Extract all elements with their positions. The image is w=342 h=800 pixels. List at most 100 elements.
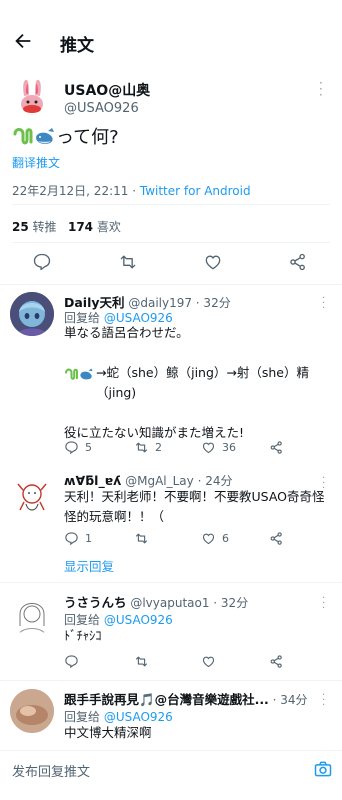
like-count: 36 [222, 441, 236, 454]
tweet-stats: 25 转推 174 喜欢 [12, 218, 121, 235]
reply-meta: @lvyaputao1 · 32分 [126, 596, 249, 610]
top-bar: 推文 [0, 0, 342, 74]
reply-text: 単なる語呂合わせだ。 →蛇（she）鲸（jing）→射（she）精（jing) … [64, 323, 332, 443]
reply-input[interactable]: 发布回复推文 [12, 761, 90, 780]
snake-whale-emoji-icon [65, 368, 93, 380]
reply-tweet[interactable]: ʍ∀ƃl_ɐʎ @MgAl_Lay · 24分 · · · 天利！天利老师！不要啊！… [0, 470, 342, 580]
reply-action-bar: 1 6 [64, 531, 324, 547]
more-icon[interactable]: · · · [319, 77, 323, 101]
divider [0, 582, 342, 583]
like-count[interactable]: 174 [68, 220, 93, 234]
share-button[interactable] [269, 654, 284, 669]
reply-button[interactable]: 1 [64, 531, 92, 546]
reply-text-line: 単なる語呂合わせだ。 [64, 325, 189, 340]
retweet-button[interactable] [134, 531, 155, 546]
like-count: 6 [222, 532, 229, 545]
reply-author-name[interactable]: ʍ∀ƃl_ɐʎ [64, 473, 121, 488]
avatar[interactable] [10, 592, 54, 636]
reply-author-name[interactable]: 跟手手說再見🎵@台灣音樂遊戲社... [64, 692, 269, 707]
share-button[interactable] [269, 440, 284, 455]
retweet-label[interactable]: 转推 [29, 220, 57, 234]
reply-text-line: →蛇（she）鲸（jing）→射（she）精（jing) [64, 363, 332, 403]
like-icon [202, 656, 215, 668]
tweet-text: って何? [12, 126, 119, 153]
like-label[interactable]: 喜欢 [93, 220, 121, 234]
share-icon [270, 441, 282, 454]
tweet-timestamp: 22年2月12日, 22:11 · Twitter for Android [12, 182, 251, 199]
share-icon [270, 655, 282, 668]
snake-whale-emoji-icon [12, 126, 56, 153]
reply-header: うさうんち @lvyaputao1 · 32分 [64, 592, 248, 611]
author-handle[interactable]: @USAO926 [64, 101, 139, 116]
like-icon[interactable] [203, 252, 225, 274]
sketch-avatar-icon [10, 474, 54, 518]
reply-tweet[interactable]: Daily天利 @daily197 · 32分 · · · 回复给 @USAO926… [0, 290, 342, 465]
author-name[interactable]: USAO@山奥 [64, 80, 150, 100]
reply-action-bar: 5 2 36 [64, 440, 324, 456]
retweet-icon[interactable] [118, 252, 140, 274]
share-icon [270, 532, 282, 545]
reply-icon [65, 655, 78, 669]
share-button[interactable] [269, 531, 284, 546]
reply-author-name[interactable]: うさうんち [64, 595, 127, 610]
more-icon[interactable]: · · · [322, 594, 325, 614]
reply-count: 1 [85, 532, 92, 545]
reply-meta: @daily197 · 32分 [124, 296, 231, 310]
reply-to-handle[interactable]: @USAO926 [104, 710, 173, 724]
reply-button[interactable] [64, 654, 79, 669]
share-icon[interactable] [288, 252, 310, 274]
translate-link[interactable]: 翻译推文 [12, 154, 60, 171]
reply-text: ﾄﾞﾁｬｼｺ [64, 628, 102, 643]
reply-header: 跟手手說再見🎵@台灣音樂遊戲社... · 34分 [64, 689, 308, 708]
retweet-icon [135, 533, 148, 544]
reply-text: 中文博大精深啊 [64, 725, 152, 740]
reply-icon[interactable] [32, 252, 54, 274]
divider [0, 680, 342, 681]
retweet-button[interactable]: 2 [134, 440, 162, 455]
timestamp-text: 22年2月12日, 22:11 · [12, 184, 140, 198]
back-arrow-icon[interactable] [12, 30, 34, 52]
retweet-count[interactable]: 25 [12, 220, 29, 234]
divider [12, 242, 330, 243]
more-icon[interactable]: · · · [322, 294, 325, 314]
camera-icon[interactable] [313, 759, 333, 779]
like-button[interactable]: 36 [201, 440, 236, 455]
show-replies-link[interactable]: 显示回复 [64, 556, 114, 575]
anime-avatar-icon [10, 292, 54, 336]
reply-icon [65, 441, 78, 455]
retweet-button[interactable] [134, 654, 149, 669]
reply-tweet[interactable]: 跟手手說再見🎵@台灣音樂遊戲社... · 34分 · · · 回复给 @USAO92… [0, 687, 342, 747]
avatar[interactable] [10, 689, 54, 733]
reply-text-line2: →蛇（she）鲸（jing）→射（she）精（jing) [96, 365, 310, 400]
reply-to-label: 回复给 [64, 613, 104, 627]
tweet-action-bar [0, 252, 342, 274]
reply-author-name[interactable]: Daily天利 [64, 295, 125, 310]
reply-button[interactable]: 5 [64, 440, 92, 455]
reply-action-bar [64, 654, 324, 670]
like-button[interactable] [201, 654, 216, 669]
reply-tweet[interactable]: うさうんち @lvyaputao1 · 32分 · · · 回复给 @USAO926… [0, 590, 342, 678]
tweet-text-body: って何? [56, 127, 119, 148]
reply-composer[interactable]: 发布回复推文 [0, 750, 342, 800]
reply-to-label: 回复给 [64, 710, 104, 724]
photo-avatar-icon [10, 689, 54, 733]
reply-text: 天利！天利老师！不要啊！不要教USAO奇奇怪怪的玩意啊！！（ [64, 489, 325, 524]
reply-meta: @MgAl_Lay · 24分 [121, 474, 233, 488]
rabbit-avatar-icon [12, 76, 52, 116]
like-button[interactable]: 6 [201, 531, 229, 546]
retweet-icon [135, 656, 148, 667]
avatar[interactable] [10, 474, 54, 518]
reply-icon [65, 532, 78, 546]
source-link[interactable]: Twitter for Android [140, 184, 251, 198]
reply-to-handle[interactable]: @USAO926 [104, 613, 173, 627]
avatar[interactable] [10, 292, 54, 336]
like-icon [202, 442, 215, 454]
more-icon[interactable]: · · · [322, 691, 325, 711]
lineart-avatar-icon [10, 592, 54, 636]
avatar[interactable] [12, 76, 52, 116]
divider [12, 204, 330, 205]
divider [0, 284, 342, 285]
reply-meta: · 34分 [268, 693, 308, 707]
